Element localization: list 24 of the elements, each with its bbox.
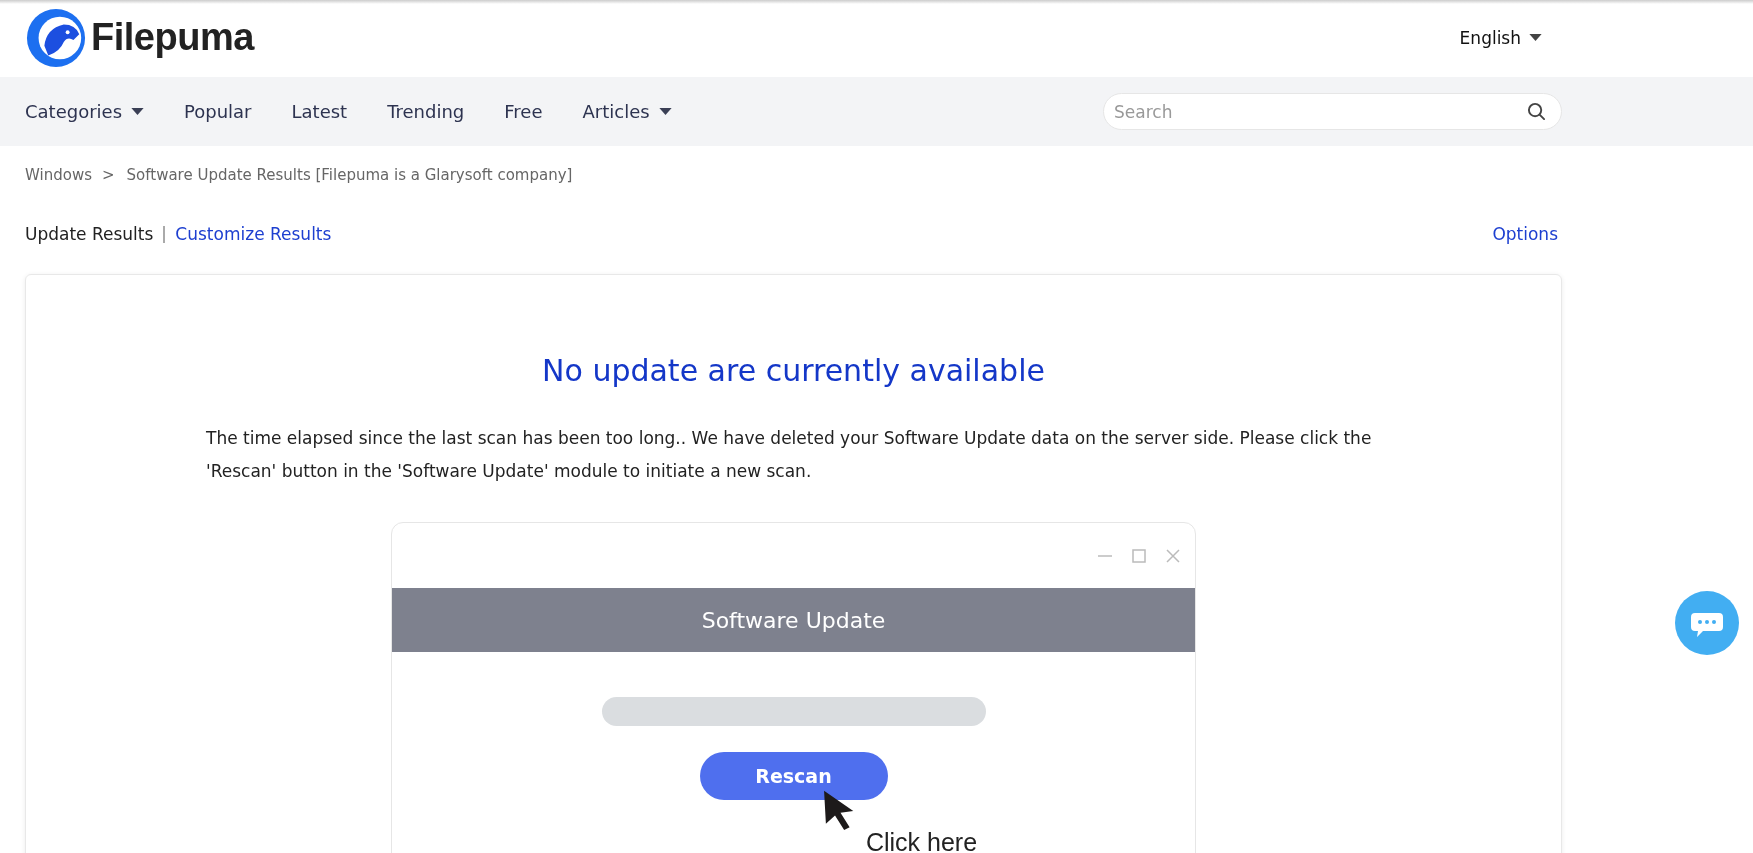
close-icon: [1165, 547, 1181, 564]
nav-link[interactable]: Latest: [291, 101, 348, 122]
nav-link[interactable]: Articles: [582, 101, 672, 122]
window-title-bar: Software Update: [392, 588, 1195, 652]
nav-link[interactable]: Free: [504, 101, 543, 122]
nav-link[interactable]: Trending: [387, 101, 465, 122]
search-field[interactable]: Search: [1103, 93, 1562, 130]
logo-wordmark[interactable]: Filepuma: [91, 16, 254, 59]
results-tab[interactable]: Customize Results: [175, 224, 332, 244]
minimize-icon: [1097, 554, 1113, 557]
breadcrumb-separator: >: [101, 166, 115, 184]
options-link[interactable]: Options: [1492, 224, 1558, 244]
language-selector[interactable]: English: [1459, 27, 1542, 48]
nav-link[interactable]: Categories: [25, 101, 145, 122]
nav-link[interactable]: Popular: [184, 101, 252, 122]
breadcrumb-link[interactable]: Windows: [25, 166, 92, 184]
maximize-icon: [1131, 547, 1147, 564]
results-tab[interactable]: Update Results: [25, 224, 154, 244]
status-message: The time elapsed since the last scan has been too long.. We have deleted your Software Update data on the server side. Please click the 'Rescan' button in the 'Software Update' module to initiate a new scan.: [206, 427, 1373, 483]
breadcrumb-link[interactable]: Software Update Results [Filepuma is a Glarysoft company]: [126, 166, 573, 184]
click-here-label: Click here: [865, 828, 978, 853]
search-icon[interactable]: [1527, 102, 1546, 121]
caret-icon: [1529, 34, 1542, 41]
status-heading: No update are currently available: [542, 353, 1045, 388]
